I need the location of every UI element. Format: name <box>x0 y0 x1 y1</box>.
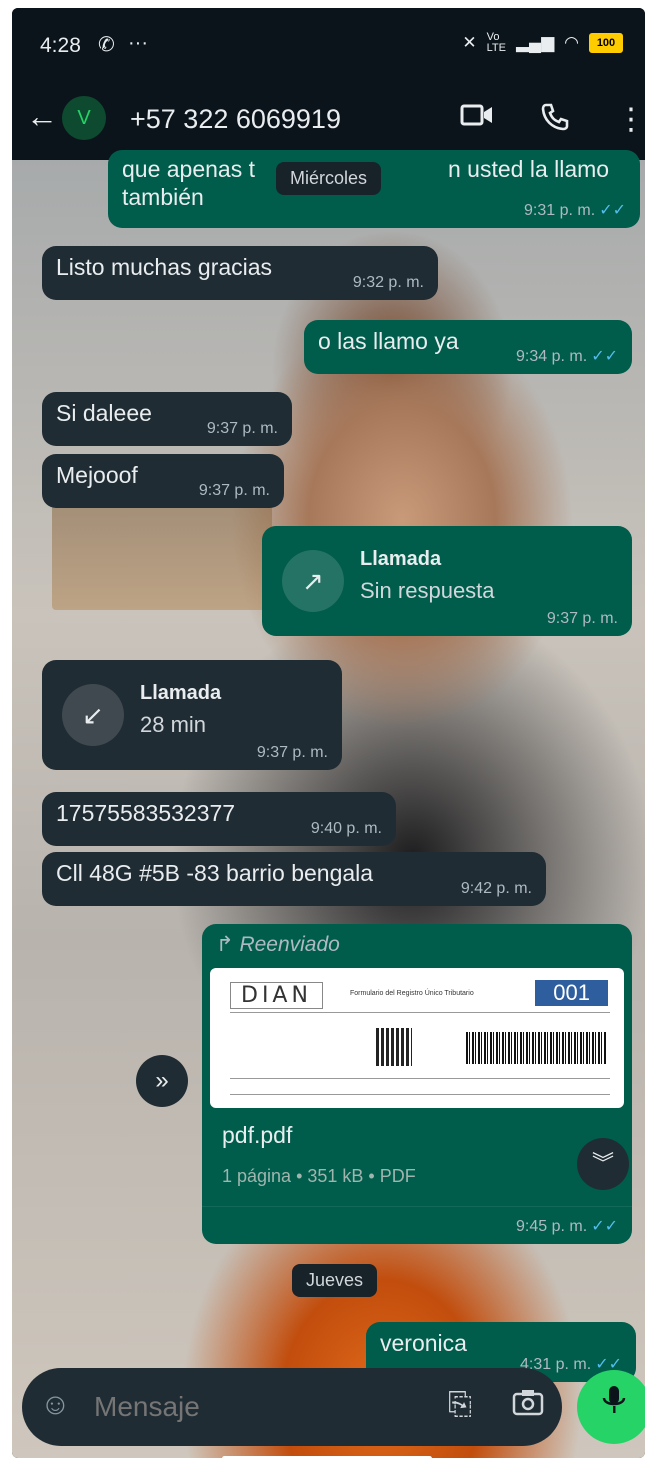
message-time: 9:34 p. m. ✓✓ <box>516 348 618 365</box>
form-divider <box>230 1012 610 1013</box>
call-duration: 28 min <box>140 712 207 737</box>
message-bubble-incoming[interactable]: Mejooof 9:37 p. m. <box>42 454 284 508</box>
message-time: 9:37 p. m. <box>206 420 278 437</box>
volte-icon: Vo LTE <box>486 31 506 54</box>
message-text: que apenas t <box>122 156 256 182</box>
forwarded-label: ↱ Reenviado <box>216 933 340 956</box>
message-text: n usted la llamo <box>448 156 610 182</box>
message-text: Listo muchas gracias <box>56 254 273 280</box>
message-text: Cll 48G #5B -83 barrio bengala <box>56 860 374 886</box>
avatar[interactable]: V <box>62 96 106 140</box>
voice-call-icon[interactable] <box>540 102 570 140</box>
message-text: Si daleee <box>56 400 152 426</box>
file-name: pdf.pdf <box>222 1122 293 1148</box>
back-arrow-icon[interactable]: ← <box>26 98 58 135</box>
chat-area: que apenas t n usted la llamo también 9:… <box>12 150 645 1458</box>
message-text: Mejooof <box>56 462 138 488</box>
clock: 4:28 <box>40 34 81 57</box>
message-time: 9:31 p. m. ✓✓ <box>524 202 626 219</box>
message-text: 17575583532377 <box>56 800 236 826</box>
dian-logo: DIAN <box>230 982 323 1009</box>
message-text: veronica <box>380 1330 467 1356</box>
read-ticks-icon: ✓✓ <box>591 348 618 365</box>
more-notifications-icon: ··· <box>128 32 148 54</box>
message-time: 9:32 p. m. <box>352 274 424 291</box>
message-time: 9:45 p. m. ✓✓ <box>516 1218 618 1235</box>
missed-outgoing-call-icon: ↗ <box>282 550 344 612</box>
message-time: 9:37 p. m. <box>546 610 618 627</box>
message-bubble-incoming[interactable]: 17575583532377 9:40 p. m. <box>42 792 396 846</box>
form-divider <box>230 1078 610 1079</box>
status-bar: 4:28 ✆ ··· ✕ Vo LTE ▂▄▆ ◠ 100 <box>12 8 645 80</box>
form-divider <box>230 1094 610 1095</box>
message-input[interactable] <box>92 1390 416 1424</box>
system-icons: ✕ Vo LTE ▂▄▆ ◠ 100 <box>462 32 623 54</box>
message-bubble-incoming[interactable]: Listo muchas gracias 9:32 p. m. <box>42 246 438 300</box>
wifi-icon: ◠ <box>564 33 579 52</box>
message-text: o las llamo ya <box>318 328 459 354</box>
call-status: Sin respuesta <box>360 578 495 603</box>
contact-name[interactable]: +57 322 6069919 <box>130 104 341 135</box>
scroll-to-bottom-button[interactable]: ︾ <box>577 1138 629 1190</box>
battery-icon: 100 <box>589 33 623 53</box>
divider <box>202 1206 632 1207</box>
chat-header: ← V +57 322 6069919 ⋮ <box>12 80 645 160</box>
incoming-call-icon: ↙ <box>62 684 124 746</box>
message-bubble-incoming[interactable]: Si daleee 9:37 p. m. <box>42 392 292 446</box>
message-time: 9:42 p. m. <box>460 880 532 897</box>
attach-clip-icon[interactable]: ⎘ <box>448 1388 472 1422</box>
forwarded-icon: ↱ <box>216 933 240 956</box>
message-bubble-incoming[interactable]: Cll 48G #5B -83 barrio bengala 9:42 p. m… <box>42 852 546 906</box>
microphone-button[interactable] <box>577 1370 645 1444</box>
day-separator: Miércoles <box>276 162 382 195</box>
vibrate-off-icon: ✕ <box>462 33 477 52</box>
call-title: Llamada <box>360 548 442 570</box>
phone-screen: 4:28 ✆ ··· ✕ Vo LTE ▂▄▆ ◠ 100 ← V +57 322… <box>12 8 645 1458</box>
day-separator: Jueves <box>292 1264 378 1297</box>
message-time: 9:37 p. m. <box>256 744 328 761</box>
sticker-icon[interactable]: ☺ <box>40 1388 71 1422</box>
camera-icon[interactable] <box>512 1388 544 1423</box>
video-call-icon[interactable] <box>460 102 494 136</box>
read-ticks-icon: ✓✓ <box>591 1218 618 1235</box>
message-input-bar: ☺ ⎘ <box>22 1368 562 1446</box>
message-time: 9:37 p. m. <box>198 482 270 499</box>
qr-code <box>376 1028 412 1066</box>
form-title: Formulario del Registro Único Tributario <box>350 990 474 997</box>
signal-icon: ▂▄▆ <box>515 33 555 52</box>
forward-button[interactable]: » <box>136 1055 188 1107</box>
whatsapp-notification-icon: ✆ <box>98 34 115 56</box>
form-number: 001 <box>535 980 608 1006</box>
document-bubble-outgoing[interactable]: ↱ Reenviado DIAN Formulario del Registro… <box>202 924 632 1244</box>
read-ticks-icon: ✓✓ <box>599 202 626 219</box>
call-bubble-incoming[interactable]: ↙ Llamada 28 min 9:37 p. m. <box>42 660 342 770</box>
menu-kebab-icon[interactable]: ⋮ <box>616 102 645 137</box>
message-text: también <box>122 184 204 210</box>
call-bubble-outgoing[interactable]: ↗ Llamada Sin respuesta 9:37 p. m. <box>262 526 632 636</box>
call-title: Llamada <box>140 682 222 704</box>
barcode <box>466 1032 606 1064</box>
file-meta: 1 página • 351 kB • PDF <box>222 1166 416 1186</box>
document-preview[interactable]: DIAN Formulario del Registro Único Tribu… <box>210 968 624 1108</box>
message-time: 9:40 p. m. <box>310 820 382 837</box>
message-bubble-outgoing[interactable]: o las llamo ya 9:34 p. m. ✓✓ <box>304 320 632 374</box>
home-indicator[interactable] <box>222 1456 432 1458</box>
